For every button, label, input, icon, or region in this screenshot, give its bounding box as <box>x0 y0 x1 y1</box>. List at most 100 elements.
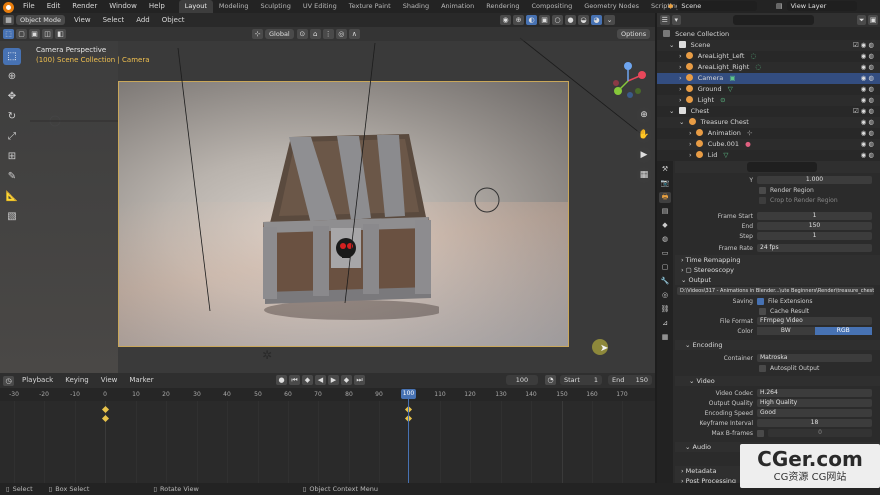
current-frame-field[interactable]: 100 <box>506 375 538 385</box>
3d-viewport[interactable]: ✲ ➤ ▦ Object Mode View Select Add Object… <box>0 13 655 373</box>
texture-properties-icon[interactable]: ▦ <box>659 332 671 343</box>
outliner-row-chest[interactable]: ⌄ Chest ☑◉◍ <box>657 106 880 117</box>
world-properties-icon[interactable]: ◍ <box>659 234 671 245</box>
preview-range-clock-icon[interactable]: ◔ <box>545 375 556 385</box>
view-layer-name-field[interactable]: View Layer <box>786 1 857 11</box>
y-field[interactable]: 1.000 <box>757 176 872 184</box>
pivot-point-icon[interactable]: ⊙ <box>296 29 308 39</box>
expand-arrow-icon[interactable]: › <box>679 96 682 104</box>
autosplit-checkbox[interactable] <box>759 364 766 372</box>
record-icon[interactable]: ● <box>276 375 287 385</box>
visibility-toggles[interactable]: ◉◍ <box>861 128 876 139</box>
outliner-row-arealight-left[interactable]: › AreaLight_Left ◌ ◉◍ <box>657 51 880 62</box>
encoding-section[interactable]: ⌄ Encoding <box>675 340 880 350</box>
playhead-line[interactable] <box>408 399 409 483</box>
render-properties-icon[interactable]: 📷 <box>659 178 671 189</box>
select-box-tool-icon[interactable]: ⬚ <box>3 48 21 65</box>
end-frame-field[interactable]: End 150 <box>608 375 652 385</box>
select-mode-subtract-icon[interactable]: ◫ <box>42 29 53 39</box>
shading-solid-icon[interactable]: ● <box>565 15 576 25</box>
start-frame-field[interactable]: Start 1 <box>560 375 602 385</box>
snap-icon[interactable]: ⌂ <box>309 29 321 39</box>
mode-dropdown[interactable]: Object Mode <box>16 15 65 25</box>
frame-end-field[interactable]: 150 <box>757 222 872 230</box>
visibility-toggles[interactable]: ☑◉◍ <box>853 106 876 117</box>
viewport-menu-object[interactable]: Object <box>156 14 191 27</box>
snap-target-icon[interactable]: ⋮ <box>322 29 334 39</box>
physics-properties-icon[interactable]: ◎ <box>659 290 671 301</box>
visibility-toggles[interactable]: ◉◍ <box>861 150 876 161</box>
encoding-speed-dropdown[interactable]: Good <box>757 409 872 417</box>
view-layer-properties-icon[interactable]: ▤ <box>659 206 671 217</box>
expand-arrow-icon[interactable]: › <box>679 63 682 71</box>
scale-tool-icon[interactable]: ⤢ <box>3 128 21 145</box>
viewport-menu-select[interactable]: Select <box>97 14 131 27</box>
tab-rendering[interactable]: Rendering <box>480 0 525 13</box>
overlays-icon[interactable]: ◐ <box>526 15 537 25</box>
frame-rate-dropdown[interactable]: 24 fps <box>757 244 872 252</box>
render-region-checkbox[interactable] <box>759 186 766 194</box>
display-mode-icon[interactable]: ▾ <box>671 15 682 25</box>
perspective-grid-icon[interactable]: ▦ <box>636 167 652 183</box>
editor-type-icon[interactable]: ▦ <box>3 15 14 25</box>
tab-modeling[interactable]: Modeling <box>213 0 255 13</box>
menu-file[interactable]: File <box>17 0 41 13</box>
visibility-toggles[interactable]: ◉◍ <box>861 73 876 84</box>
timeline-menu-view[interactable]: View <box>95 374 124 387</box>
expand-arrow-icon[interactable]: ⌄ <box>669 41 674 49</box>
zoom-icon[interactable]: ⊕ <box>636 107 652 123</box>
expand-arrow-icon[interactable]: › <box>689 140 692 148</box>
jump-start-icon[interactable]: ⏮ <box>289 375 300 385</box>
options-dropdown[interactable]: Options <box>617 29 651 39</box>
visibility-toggles[interactable]: ◉◍ <box>861 84 876 95</box>
transform-tool-icon[interactable]: ⊞ <box>3 148 21 165</box>
select-mode-invert-icon[interactable]: ◧ <box>55 29 66 39</box>
shading-material-icon[interactable]: ◒ <box>578 15 589 25</box>
annotate-tool-icon[interactable]: ✎ <box>3 168 21 185</box>
tool-properties-icon[interactable]: ⚒ <box>659 164 671 175</box>
keyframe-interval-field[interactable]: 18 <box>757 419 872 427</box>
file-extensions-checkbox[interactable] <box>757 297 764 305</box>
crop-region-checkbox[interactable] <box>759 196 766 204</box>
outliner-row-animation[interactable]: › Animation ⊹ ◉◍ <box>657 128 880 139</box>
color-bw-button[interactable]: BW <box>757 327 815 335</box>
prev-keyframe-icon[interactable]: ◆ <box>302 375 313 385</box>
xray-icon[interactable]: ▣ <box>539 15 550 25</box>
constraints-properties-icon[interactable]: ⛓ <box>659 304 671 315</box>
expand-arrow-icon[interactable]: ⌄ <box>679 118 684 126</box>
output-section[interactable]: ⌄ Output <box>675 275 880 285</box>
timeline-track-area[interactable] <box>0 401 655 483</box>
cache-result-checkbox[interactable] <box>759 307 766 315</box>
data-properties-icon[interactable]: ⊿ <box>659 318 671 329</box>
expand-arrow-icon[interactable]: › <box>689 129 692 137</box>
video-section[interactable]: ⌄ Video <box>675 376 880 386</box>
expand-arrow-icon[interactable]: ⌄ <box>669 107 674 115</box>
viewport-menu-view[interactable]: View <box>68 14 97 27</box>
tab-sculpting[interactable]: Sculpting <box>254 0 296 13</box>
visibility-icon[interactable]: ◉ <box>500 15 511 25</box>
filter-icon[interactable]: ⏷ <box>856 15 867 25</box>
video-codec-dropdown[interactable]: H.264 <box>757 389 872 397</box>
scene-name-field[interactable]: Scene <box>677 1 758 11</box>
outliner-search-input[interactable] <box>733 15 814 25</box>
scene-properties-icon[interactable]: ◆ <box>659 220 671 231</box>
view-layer-selector[interactable]: ▤ View Layer <box>776 1 860 11</box>
tab-uv-editing[interactable]: UV Editing <box>297 0 343 13</box>
timeline-menu-keying[interactable]: Keying <box>59 374 95 387</box>
menu-help[interactable]: Help <box>143 0 171 13</box>
tab-texture-paint[interactable]: Texture Paint <box>343 0 397 13</box>
select-mode-extend-icon[interactable]: ▣ <box>29 29 40 39</box>
frame-start-field[interactable]: 1 <box>757 212 872 220</box>
expand-arrow-icon[interactable]: › <box>679 52 682 60</box>
active-tool-icon[interactable]: ⬚ <box>3 29 14 39</box>
outliner-row-light[interactable]: › Light ⊙ ◉◍ <box>657 95 880 106</box>
pan-hand-icon[interactable]: ✋ <box>636 127 652 143</box>
visibility-toggles[interactable]: ◉◍ <box>861 95 876 106</box>
container-dropdown[interactable]: Matroska <box>757 354 872 362</box>
frame-step-field[interactable]: 1 <box>757 232 872 240</box>
stereoscopy-section[interactable]: › ▢ Stereoscopy <box>675 265 880 275</box>
new-collection-icon[interactable]: ▣ <box>868 15 878 25</box>
timeline-editor[interactable]: ◷ Playback Keying View Marker ● ⏮ ◆ ◀ ▶ … <box>0 373 655 483</box>
max-bframes-checkbox[interactable] <box>757 429 764 437</box>
timeline-editor-type-icon[interactable]: ◷ <box>3 375 14 386</box>
